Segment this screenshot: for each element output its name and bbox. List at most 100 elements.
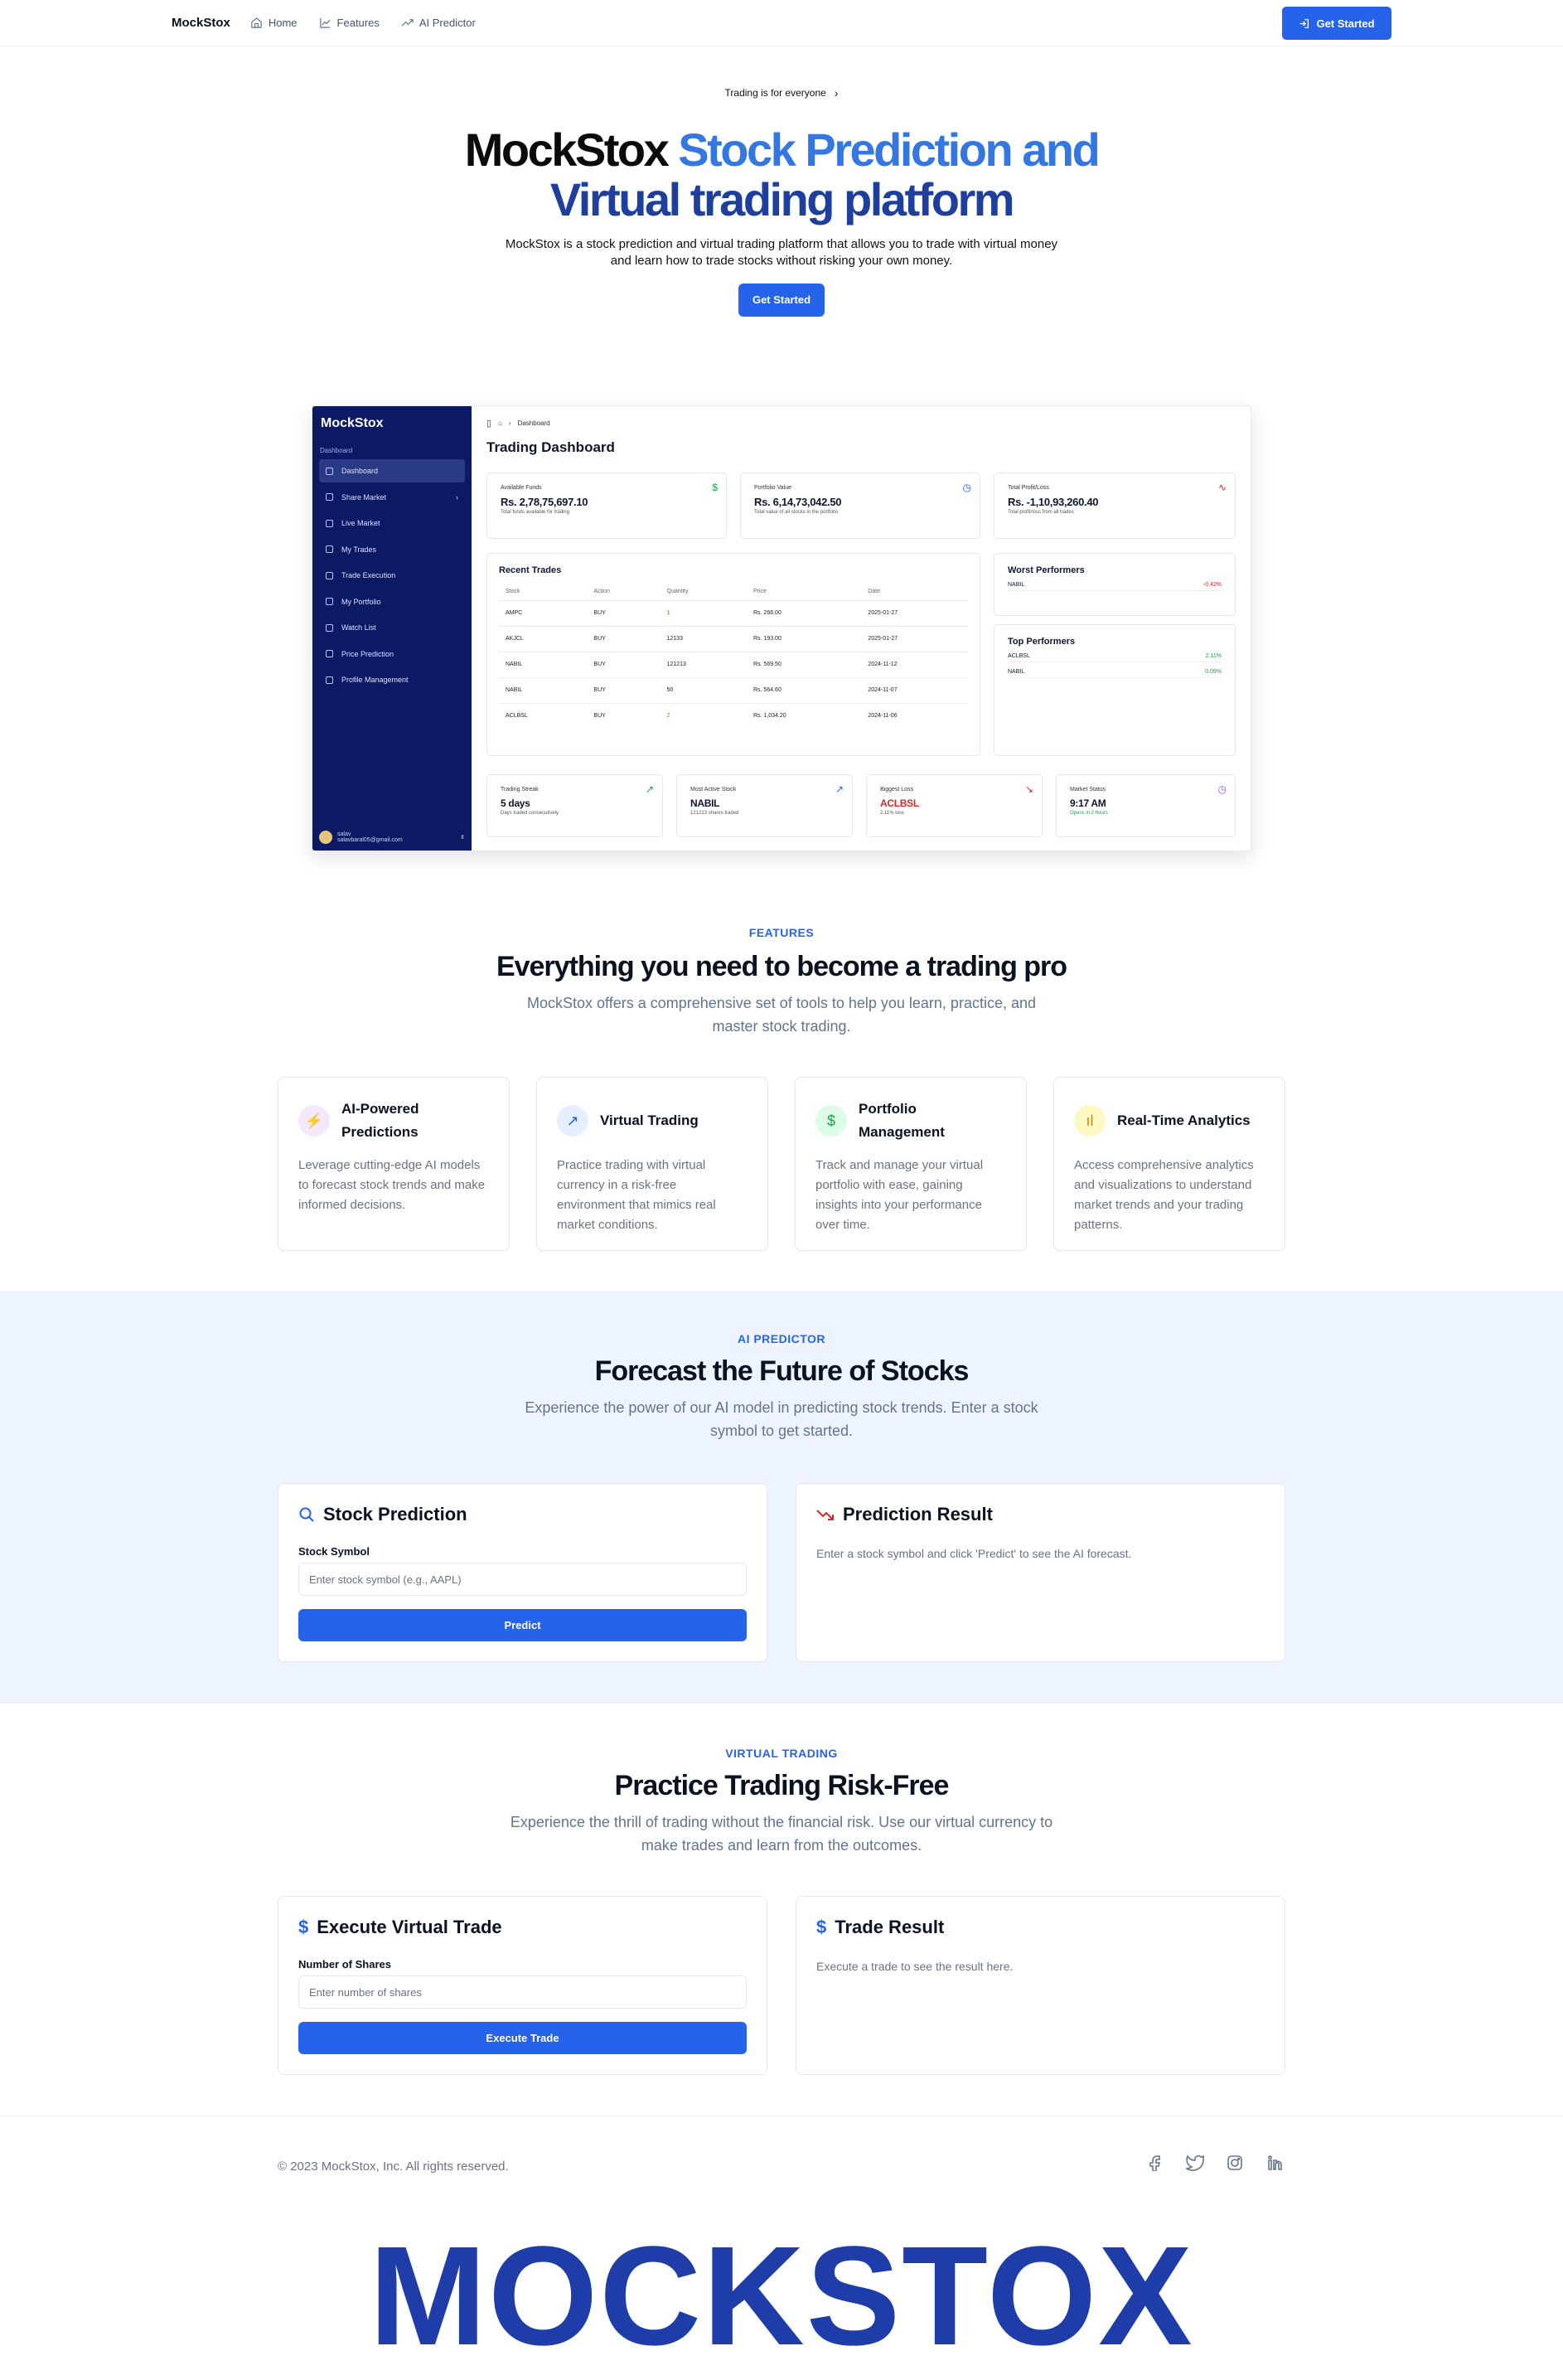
performer-row: ACLBSL 2.11% <box>1008 653 1222 662</box>
table-header: Action <box>593 589 610 595</box>
breadcrumb-current: Dashboard <box>517 419 550 427</box>
arrow-up-right-icon: ↗ <box>835 783 844 795</box>
copyright: © 2023 MockStox, Inc. All rights reserve… <box>278 2159 509 2174</box>
bottom-stat-market-status: Market Status 9:17 AM Opens in 2 hours ◷ <box>1056 774 1236 837</box>
cell-date: 2025-01-27 <box>861 625 968 652</box>
stock-symbol-input[interactable]: Enter stock symbol (e.g., AAPL) <box>298 1563 747 1596</box>
chevron-right-icon: › <box>456 492 458 502</box>
dollar-icon: $ <box>712 482 718 493</box>
recent-trades-card: Recent Trades Stock Action Quantity Pric… <box>486 553 980 756</box>
nav-features[interactable]: Features <box>319 17 380 29</box>
sidebar-item-label: Live Market <box>341 519 380 527</box>
cell-date: 2024-11-12 <box>861 651 968 677</box>
table-row: ACLBSL BUY 2 Rs. 1,034.20 2024-11-06 <box>499 702 968 729</box>
nav-ai-predictor[interactable]: AI Predictor <box>401 17 476 29</box>
bar-chart-icon: ıl <box>1074 1105 1106 1137</box>
stat-value: 9:17 AM <box>1070 797 1106 809</box>
feature-desc: Access comprehensive analytics and visua… <box>1074 1158 1254 1232</box>
sidebar-item-dashboard: Dashboard <box>319 459 465 482</box>
sidebar-user-name: salav <box>337 831 351 837</box>
feature-header: $ Portfolio Management <box>815 1098 1006 1144</box>
shares-label: Number of Shares <box>298 1958 391 1970</box>
virtual-eyebrow: VIRTUAL TRADING <box>725 1747 838 1760</box>
pulse-icon: ∿ <box>1217 482 1227 493</box>
hero-title-highlight: Stock Prediction and <box>678 124 1101 176</box>
clock-icon: ◷ <box>962 482 971 493</box>
stat-value: Rs. -1,10,93,260.40 <box>1008 496 1099 508</box>
sidebar-item-label: Profile Management <box>341 676 409 684</box>
stat-sub: Total profit/loss from all trades <box>1008 510 1074 515</box>
features-section: FEATURES Everything you need to become a… <box>0 926 1563 1038</box>
table-row: NABIL BUY 50 Rs. 564.60 2024-11-07 <box>499 676 968 703</box>
hero-description: MockStox is a stock prediction and virtu… <box>505 237 1058 268</box>
stat-label: Trading Streak <box>501 787 539 793</box>
trending-up-icon <box>401 19 414 27</box>
worst-performers-title: Worst Performers <box>1008 565 1085 575</box>
sidebar-item-trade-execution: Trade Execution <box>319 564 465 587</box>
hero-pill-link[interactable]: Trading is for everyone › <box>725 86 839 99</box>
cell-stock: AKJCL <box>499 625 588 652</box>
virtual-trading-section: VIRTUAL TRADING Practice Trading Risk-Fr… <box>0 1747 1563 1857</box>
cell-price: Rs. 564.60 <box>746 676 862 703</box>
feature-card-virtual-trading: ↗ Virtual Trading Practice trading with … <box>536 1077 768 1251</box>
settings-icon <box>326 676 333 684</box>
dashboard-main: ▯ ⌂ › Dashboard Trading Dashboard Availa… <box>472 406 1251 851</box>
page: MockStox Home Features AI Predictor Get … <box>0 0 1563 2380</box>
briefcase-icon <box>326 598 333 605</box>
hero-get-started-button[interactable]: Get Started <box>738 284 825 317</box>
sidebar-item-my-trades: My Trades <box>319 538 465 561</box>
linkedin-icon[interactable] <box>1264 2152 1285 2174</box>
features-title: Everything you need to become a trading … <box>496 951 1067 982</box>
virtual-title: Practice Trading Risk-Free <box>614 1770 950 1801</box>
sidebar-user-email: salavbaral05@gmail.com <box>337 837 403 843</box>
execute-trade-card: $ Execute Virtual Trade Number of Shares… <box>278 1896 767 2075</box>
feature-title: Real-Time Analytics <box>1117 1112 1251 1128</box>
performer-stock: NABIL <box>1008 669 1025 675</box>
execute-trade-title-text: Execute Virtual Trade <box>317 1917 502 1937</box>
facebook-icon[interactable] <box>1144 2152 1166 2174</box>
top-nav: MockStox Home Features AI Predictor Get … <box>0 0 1563 46</box>
nav-get-started-button[interactable]: Get Started <box>1282 7 1391 40</box>
instagram-icon[interactable] <box>1224 2152 1246 2174</box>
table-header-row: Stock Action Quantity Price Date <box>499 584 968 600</box>
feature-header: ⚡ AI-Powered Predictions <box>298 1098 489 1144</box>
hero-title-line2: Virtual trading platform <box>549 173 1015 225</box>
sidebar-item-my-portfolio: My Portfolio <box>319 590 465 613</box>
list-icon <box>326 623 333 632</box>
dollar-icon: $ <box>815 1105 847 1137</box>
trending-up-icon: ↗ <box>557 1105 588 1137</box>
prediction-result-title-text: Prediction Result <box>843 1504 993 1524</box>
trade-result-card: $ Trade Result Execute a trade to see th… <box>796 1896 1285 2075</box>
sidebar-item-profile-management: Profile Management <box>319 668 465 691</box>
feature-desc: Practice trading with virtual currency i… <box>557 1158 716 1232</box>
performer-stock: NABIL <box>1008 582 1025 588</box>
cell-price: Rs. 1,034.20 <box>746 702 862 729</box>
nav-home[interactable]: Home <box>250 17 298 29</box>
prediction-result-text: Enter a stock symbol and click 'Predict'… <box>816 1547 1132 1560</box>
trade-result-title: $ Trade Result <box>816 1917 1265 1938</box>
ai-predictor-section: AI PREDICTOR Forecast the Future of Stoc… <box>0 1291 1563 1704</box>
lightning-icon: ⚡ <box>298 1105 330 1137</box>
shares-input[interactable]: Enter number of shares <box>298 1975 747 2009</box>
home-icon <box>251 17 262 28</box>
performer-change: 0.09% <box>1205 669 1222 675</box>
sidebar-toggle-icon: ▯ <box>486 419 492 429</box>
twitter-icon[interactable] <box>1184 2152 1206 2174</box>
brand-logo[interactable]: MockStox <box>172 16 230 30</box>
stat-label: Portfolio Value <box>754 485 792 491</box>
nav-features-label: Features <box>336 17 380 29</box>
dashboard-sidebar: MockStox Dashboard Dashboard Share Marke… <box>312 406 472 851</box>
stat-label: Market Status <box>1070 787 1106 793</box>
sidebar-item-label: My Portfolio <box>341 597 381 606</box>
table-row: AMPC BUY 1 Rs. 266.00 2025-01-27 <box>499 599 968 626</box>
home-icon: ⌂ <box>498 419 502 427</box>
prediction-result-title: Prediction Result <box>816 1504 1265 1525</box>
predict-button[interactable]: Predict <box>298 1609 747 1641</box>
footer-wordmark: MOCKSTOX <box>369 2218 1194 2375</box>
stat-value: Rs. 2,78,75,697.10 <box>501 496 588 508</box>
clock-icon: ◷ <box>1217 783 1227 795</box>
login-icon <box>1300 18 1309 28</box>
table-header: Quantity <box>666 589 689 595</box>
execute-trade-button[interactable]: Execute Trade <box>298 2022 747 2054</box>
chevron-right-icon: › <box>508 419 511 427</box>
